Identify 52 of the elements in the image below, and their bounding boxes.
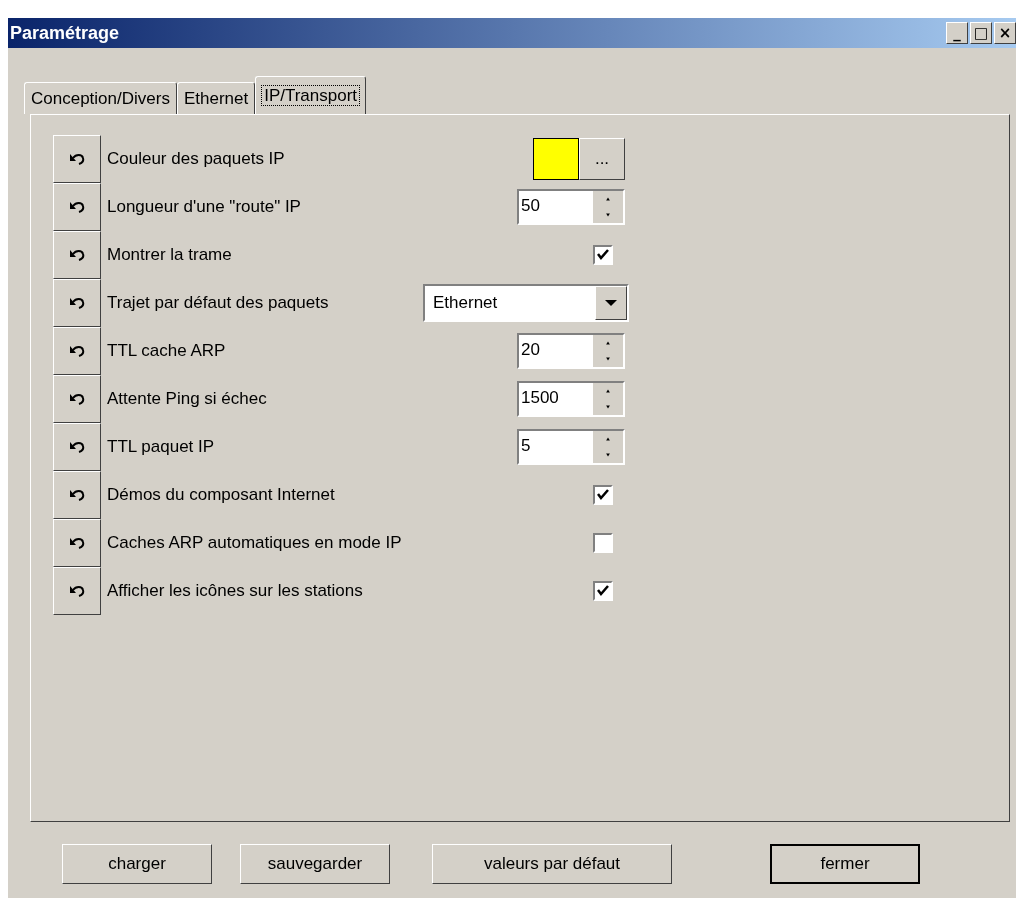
undo-icon — [68, 344, 86, 358]
setting-label: Caches ARP automatiques en mode IP — [107, 533, 403, 553]
setting-label: Couleur des paquets IP — [107, 149, 286, 169]
setting-label: Trajet par défaut des paquets — [107, 293, 330, 313]
checkbox[interactable] — [593, 533, 613, 553]
checkmark-icon — [596, 248, 610, 262]
dialog-button[interactable]: valeurs par défaut — [432, 844, 672, 884]
reset-button[interactable] — [53, 327, 101, 375]
checkmark-icon — [596, 488, 610, 502]
setting-label: TTL cache ARP — [107, 341, 227, 361]
setting-label: Démos du composant Internet — [107, 485, 336, 505]
reset-button[interactable] — [53, 471, 101, 519]
minimize-button[interactable]: _ — [946, 22, 968, 44]
reset-button[interactable] — [53, 279, 101, 327]
maximize-button[interactable]: □ — [970, 22, 992, 44]
undo-icon — [68, 536, 86, 550]
dialog-button[interactable]: fermer — [770, 844, 920, 884]
checkbox[interactable] — [593, 245, 613, 265]
undo-icon — [68, 440, 86, 454]
setting-label: TTL paquet IP — [107, 437, 216, 457]
undo-icon — [68, 200, 86, 214]
tab[interactable]: Ethernet — [176, 82, 256, 114]
dialog-button[interactable]: sauvegarder — [240, 844, 390, 884]
reset-button[interactable] — [53, 519, 101, 567]
tab[interactable]: Conception/Divers — [24, 82, 177, 114]
reset-button[interactable] — [53, 231, 101, 279]
dropdown-arrow-icon[interactable] — [604, 299, 618, 307]
dropdown-field[interactable]: Ethernet — [423, 284, 629, 322]
setting-label: Afficher les icônes sur les stations — [107, 581, 364, 601]
setting-label: Longueur d'une "route" IP — [107, 197, 302, 217]
browse-button[interactable]: ... — [579, 138, 625, 180]
color-swatch[interactable] — [533, 138, 579, 180]
close-button[interactable]: × — [994, 22, 1016, 44]
reset-button[interactable] — [53, 423, 101, 471]
reset-button[interactable] — [53, 183, 101, 231]
undo-icon — [68, 488, 86, 502]
checkbox[interactable] — [593, 485, 613, 505]
undo-icon — [68, 152, 86, 166]
undo-icon — [68, 248, 86, 262]
undo-icon — [68, 392, 86, 406]
undo-icon — [68, 296, 86, 310]
tab[interactable]: IP/Transport — [255, 76, 367, 114]
dialog-button[interactable]: charger — [62, 844, 212, 884]
checkmark-icon — [596, 584, 610, 598]
reset-button[interactable] — [53, 375, 101, 423]
undo-icon — [68, 584, 86, 598]
reset-button[interactable] — [53, 567, 101, 615]
window-title: Paramétrage — [10, 22, 120, 44]
setting-label: Attente Ping si échec — [107, 389, 268, 409]
reset-button[interactable] — [53, 135, 101, 183]
checkbox[interactable] — [593, 581, 613, 601]
setting-label: Montrer la trame — [107, 245, 233, 265]
